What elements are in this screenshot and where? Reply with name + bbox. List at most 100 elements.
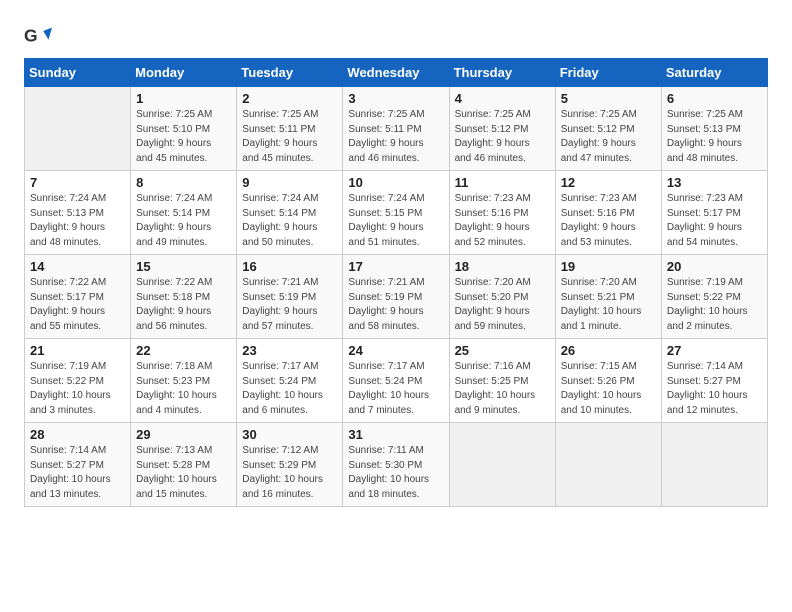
day-info: Sunrise: 7:16 AM Sunset: 5:25 PM Dayligh…	[455, 360, 550, 418]
day-number: 9	[242, 175, 337, 190]
day-info: Sunrise: 7:25 AM Sunset: 5:10 PM Dayligh…	[136, 108, 231, 166]
day-number: 24	[348, 343, 443, 358]
calendar-cell: 26 Sunrise: 7:15 AM Sunset: 5:26 PM Dayli…	[555, 339, 661, 423]
calendar-cell: 28 Sunrise: 7:14 AM Sunset: 5:27 PM Dayli…	[25, 423, 131, 507]
day-info: Sunrise: 7:17 AM Sunset: 5:24 PM Dayligh…	[242, 360, 337, 418]
calendar-cell: 7 Sunrise: 7:24 AM Sunset: 5:13 PM Daylig…	[25, 171, 131, 255]
day-number: 21	[30, 343, 125, 358]
calendar-cell: 10 Sunrise: 7:24 AM Sunset: 5:15 PM Dayli…	[343, 171, 449, 255]
day-info: Sunrise: 7:25 AM Sunset: 5:12 PM Dayligh…	[561, 108, 656, 166]
calendar-cell: 31 Sunrise: 7:11 AM Sunset: 5:30 PM Dayli…	[343, 423, 449, 507]
calendar-cell: 23 Sunrise: 7:17 AM Sunset: 5:24 PM Dayli…	[237, 339, 343, 423]
calendar-cell: 30Sunrise: 7:12 AM Sunset: 5:29 PM Dayli…	[237, 423, 343, 507]
day-number: 19	[561, 259, 656, 274]
day-number: 18	[455, 259, 550, 274]
day-number: 28	[30, 427, 125, 442]
day-info: Sunrise: 7:22 AM Sunset: 5:17 PM Dayligh…	[30, 276, 125, 334]
calendar-week-1: 1Sunrise: 7:25 AM Sunset: 5:10 PM Daylig…	[25, 87, 768, 171]
day-header-friday: Friday	[555, 59, 661, 87]
day-info: Sunrise: 7:25 AM Sunset: 5:11 PM Dayligh…	[242, 108, 337, 166]
day-info: Sunrise: 7:25 AM Sunset: 5:12 PM Dayligh…	[455, 108, 550, 166]
calendar-cell: 29Sunrise: 7:13 AM Sunset: 5:28 PM Dayli…	[131, 423, 237, 507]
day-number: 4	[455, 91, 550, 106]
day-header-monday: Monday	[131, 59, 237, 87]
day-info: Sunrise: 7:24 AM Sunset: 5:13 PM Dayligh…	[30, 192, 125, 250]
day-number: 14	[30, 259, 125, 274]
day-info: Sunrise: 7:17 AM Sunset: 5:24 PM Dayligh…	[348, 360, 443, 418]
day-header-wednesday: Wednesday	[343, 59, 449, 87]
day-number: 15	[136, 259, 231, 274]
day-info: Sunrise: 7:14 AM Sunset: 5:27 PM Dayligh…	[667, 360, 762, 418]
day-header-saturday: Saturday	[661, 59, 767, 87]
day-info: Sunrise: 7:11 AM Sunset: 5:30 PM Dayligh…	[348, 444, 443, 502]
calendar-cell: 25Sunrise: 7:16 AM Sunset: 5:25 PM Dayli…	[449, 339, 555, 423]
day-info: Sunrise: 7:15 AM Sunset: 5:26 PM Dayligh…	[561, 360, 656, 418]
day-number: 13	[667, 175, 762, 190]
header: G	[24, 20, 768, 52]
day-info: Sunrise: 7:14 AM Sunset: 5:27 PM Dayligh…	[30, 444, 125, 502]
calendar-cell: 22 Sunrise: 7:18 AM Sunset: 5:23 PM Dayli…	[131, 339, 237, 423]
day-number: 22	[136, 343, 231, 358]
calendar: SundayMondayTuesdayWednesdayThursdayFrid…	[24, 58, 768, 507]
day-header-tuesday: Tuesday	[237, 59, 343, 87]
calendar-cell: 6 Sunrise: 7:25 AM Sunset: 5:13 PM Daylig…	[661, 87, 767, 171]
day-info: Sunrise: 7:21 AM Sunset: 5:19 PM Dayligh…	[242, 276, 337, 334]
calendar-cell: 8 Sunrise: 7:24 AM Sunset: 5:14 PM Daylig…	[131, 171, 237, 255]
day-number: 30	[242, 427, 337, 442]
day-number: 16	[242, 259, 337, 274]
day-number: 12	[561, 175, 656, 190]
day-number: 3	[348, 91, 443, 106]
day-info: Sunrise: 7:21 AM Sunset: 5:19 PM Dayligh…	[348, 276, 443, 334]
day-number: 5	[561, 91, 656, 106]
day-info: Sunrise: 7:25 AM Sunset: 5:13 PM Dayligh…	[667, 108, 762, 166]
day-info: Sunrise: 7:20 AM Sunset: 5:20 PM Dayligh…	[455, 276, 550, 334]
calendar-cell: 17 Sunrise: 7:21 AM Sunset: 5:19 PM Dayli…	[343, 255, 449, 339]
day-number: 8	[136, 175, 231, 190]
calendar-week-3: 14 Sunrise: 7:22 AM Sunset: 5:17 PM Dayli…	[25, 255, 768, 339]
day-header-thursday: Thursday	[449, 59, 555, 87]
calendar-week-2: 7 Sunrise: 7:24 AM Sunset: 5:13 PM Daylig…	[25, 171, 768, 255]
calendar-cell: 16 Sunrise: 7:21 AM Sunset: 5:19 PM Dayli…	[237, 255, 343, 339]
calendar-cell	[449, 423, 555, 507]
day-info: Sunrise: 7:18 AM Sunset: 5:23 PM Dayligh…	[136, 360, 231, 418]
day-number: 11	[455, 175, 550, 190]
calendar-cell: 12Sunrise: 7:23 AM Sunset: 5:16 PM Dayli…	[555, 171, 661, 255]
day-info: Sunrise: 7:24 AM Sunset: 5:15 PM Dayligh…	[348, 192, 443, 250]
calendar-cell: 14 Sunrise: 7:22 AM Sunset: 5:17 PM Dayli…	[25, 255, 131, 339]
calendar-cell: 15 Sunrise: 7:22 AM Sunset: 5:18 PM Dayli…	[131, 255, 237, 339]
calendar-week-4: 21 Sunrise: 7:19 AM Sunset: 5:22 PM Dayli…	[25, 339, 768, 423]
day-info: Sunrise: 7:25 AM Sunset: 5:11 PM Dayligh…	[348, 108, 443, 166]
calendar-cell: 3 Sunrise: 7:25 AM Sunset: 5:11 PM Daylig…	[343, 87, 449, 171]
day-number: 26	[561, 343, 656, 358]
calendar-cell: 5 Sunrise: 7:25 AM Sunset: 5:12 PM Daylig…	[555, 87, 661, 171]
day-number: 31	[348, 427, 443, 442]
day-info: Sunrise: 7:19 AM Sunset: 5:22 PM Dayligh…	[30, 360, 125, 418]
day-info: Sunrise: 7:20 AM Sunset: 5:21 PM Dayligh…	[561, 276, 656, 334]
day-info: Sunrise: 7:13 AM Sunset: 5:28 PM Dayligh…	[136, 444, 231, 502]
day-info: Sunrise: 7:24 AM Sunset: 5:14 PM Dayligh…	[136, 192, 231, 250]
calendar-cell: 20 Sunrise: 7:19 AM Sunset: 5:22 PM Dayli…	[661, 255, 767, 339]
calendar-cell	[555, 423, 661, 507]
day-number: 7	[30, 175, 125, 190]
calendar-cell: 27 Sunrise: 7:14 AM Sunset: 5:27 PM Dayli…	[661, 339, 767, 423]
day-info: Sunrise: 7:24 AM Sunset: 5:14 PM Dayligh…	[242, 192, 337, 250]
logo-icon: G	[24, 24, 52, 52]
calendar-cell: 21 Sunrise: 7:19 AM Sunset: 5:22 PM Dayli…	[25, 339, 131, 423]
calendar-cell	[661, 423, 767, 507]
day-number: 23	[242, 343, 337, 358]
calendar-cell: 13Sunrise: 7:23 AM Sunset: 5:17 PM Dayli…	[661, 171, 767, 255]
calendar-cell: 24 Sunrise: 7:17 AM Sunset: 5:24 PM Dayli…	[343, 339, 449, 423]
day-info: Sunrise: 7:19 AM Sunset: 5:22 PM Dayligh…	[667, 276, 762, 334]
calendar-cell	[25, 87, 131, 171]
day-number: 10	[348, 175, 443, 190]
day-number: 27	[667, 343, 762, 358]
day-number: 17	[348, 259, 443, 274]
day-number: 20	[667, 259, 762, 274]
day-info: Sunrise: 7:23 AM Sunset: 5:16 PM Dayligh…	[455, 192, 550, 250]
day-number: 6	[667, 91, 762, 106]
logo: G	[24, 24, 56, 52]
svg-text:G: G	[24, 26, 38, 46]
calendar-cell: 19 Sunrise: 7:20 AM Sunset: 5:21 PM Dayli…	[555, 255, 661, 339]
day-info: Sunrise: 7:22 AM Sunset: 5:18 PM Dayligh…	[136, 276, 231, 334]
calendar-cell: 9 Sunrise: 7:24 AM Sunset: 5:14 PM Daylig…	[237, 171, 343, 255]
